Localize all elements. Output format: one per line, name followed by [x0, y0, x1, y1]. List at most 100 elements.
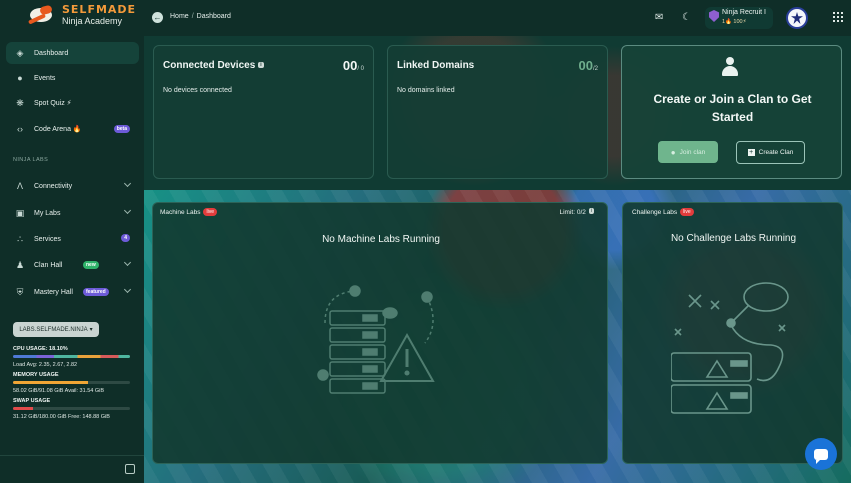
mastery-icon: ⛨	[16, 286, 24, 297]
labs-icon: ▣	[15, 207, 25, 218]
collapse-sidebar-icon[interactable]	[125, 464, 135, 474]
chat-button[interactable]	[805, 438, 837, 470]
clan-card: Create or Join a Clan to Get Started	[621, 45, 842, 179]
services-icon: ∴	[17, 233, 23, 244]
domains-empty-text: No domains linked	[397, 87, 455, 94]
brand-title: SELFMADE	[62, 3, 137, 16]
moon-icon[interactable]: ☾	[682, 12, 691, 23]
connectivity-icon: Λ	[16, 181, 23, 191]
sidebar-item-clan-hall[interactable]: ♟ Clan Hall new	[6, 254, 139, 276]
card-title: Connected Devices i	[163, 60, 264, 71]
chevron-down-icon	[123, 206, 132, 215]
server-select[interactable]: LABS.SELFMADE.NINJA ▾	[13, 322, 99, 337]
swap-usage-fill	[13, 407, 34, 410]
beta-badge: beta	[113, 125, 130, 133]
sidebar-item-services[interactable]: ∴ Services 4	[6, 228, 139, 250]
clan-icon: ♟	[15, 259, 25, 270]
devices-title: Connected Devices	[163, 60, 256, 71]
rank-badge-icon	[707, 9, 720, 23]
sidebar-item-spot-quiz[interactable]: ❋ Spot Quiz ⚡	[6, 92, 139, 114]
challenge-labs-title: Challenge Labs	[632, 209, 678, 216]
sidebar-item-label: Services	[34, 235, 61, 243]
back-arrow-icon[interactable]: ←	[152, 12, 163, 23]
linked-domains-card: Linked Domains 00/2 No domains linked	[387, 45, 608, 179]
cpu-usage-title: CPU USAGE: 18.10%	[13, 346, 68, 352]
memory-usage-title: MEMORY USAGE	[13, 372, 59, 378]
new-badge: new	[83, 261, 99, 269]
sidebar-item-label: Connectivity	[34, 182, 73, 190]
avatar-emblem-icon	[791, 12, 803, 24]
memory-usage-fill	[13, 381, 88, 384]
challenge-labs-card: Challenge Labs live No Challenge Labs Run…	[622, 202, 843, 464]
logo-icon	[27, 4, 58, 26]
chevron-down-icon	[123, 179, 132, 188]
user-icon: ●	[670, 147, 676, 157]
memory-usage-detail: 58.02 GiB/91.08 GiB Avail: 31.54 GiB	[13, 388, 105, 394]
brand-logo[interactable]: SELFMADE Ninja Academy	[27, 3, 137, 26]
devices-count-total: / 0	[357, 66, 364, 72]
quiz-icon: ❋	[16, 97, 24, 108]
sidebar-item-mastery-hall[interactable]: ⛨ Mastery Hall featured	[6, 281, 139, 303]
cpu-load-average: Load Avg: 2.35, 2.67, 2.82	[13, 362, 78, 368]
user-stats: 1🔥 100⚡	[722, 19, 747, 25]
devices-info-badge: i	[258, 62, 264, 68]
plus-box-icon: +	[747, 149, 755, 156]
avatar[interactable]	[786, 7, 808, 29]
top-header: SELFMADE Ninja Academy ← Home / Dashboard …	[0, 0, 851, 36]
featured-badge: featured	[83, 288, 109, 296]
sidebar-item-my-labs[interactable]: ▣ My Labs	[6, 202, 139, 224]
machine-labs-empty-text: No Machine Labs Running	[322, 234, 440, 245]
devices-empty-text: No devices connected	[163, 87, 232, 94]
machine-labs-card: Machine Labs live Limit: 0/2 i No Machine …	[152, 202, 608, 464]
live-badge: live	[203, 208, 217, 216]
apps-grid-icon[interactable]	[833, 12, 843, 22]
machine-labs-title: Machine Labs	[160, 209, 201, 216]
breadcrumb-separator: /	[191, 13, 194, 20]
services-count-badge: 4	[121, 234, 130, 242]
live-badge: live	[680, 208, 694, 216]
machine-labs-header: Machine Labs live	[160, 208, 217, 216]
devices-count: 00/ 0	[343, 58, 364, 73]
sidebar-item-code-arena[interactable]: ‹› Code Arena 🔥 beta	[6, 118, 139, 140]
events-icon: ●	[17, 73, 23, 83]
chat-bubble-icon	[814, 448, 828, 464]
domains-title: Linked Domains	[397, 60, 475, 71]
join-clan-button[interactable]: ● Join clan	[658, 141, 718, 163]
chevron-down-icon	[123, 285, 132, 294]
sidebar-item-connectivity[interactable]: Λ Connectivity	[6, 175, 139, 197]
machine-labs-limit: Limit: 0/2 i	[559, 208, 594, 216]
domains-count-value: 00	[578, 58, 593, 73]
swap-usage-title: SWAP USAGE	[13, 398, 51, 404]
sidebar-item-label: My Labs	[34, 209, 61, 217]
devices-count-value: 00	[342, 58, 358, 73]
chevron-down-icon	[123, 258, 132, 267]
sidebar-item-label: Spot Quiz ⚡	[34, 100, 72, 107]
mail-icon[interactable]: ✉	[655, 12, 663, 23]
join-clan-label: Join clan	[679, 148, 706, 156]
breadcrumb-home[interactable]: Home	[170, 13, 189, 20]
machine-labs-limit-value: Limit: 0/2	[559, 209, 586, 216]
swap-usage-detail: 31.12 GiB/180.00 GiB Free: 148.88 GiB	[13, 414, 110, 420]
sidebar-item-label: Dashboard	[34, 49, 69, 57]
sidebar-item-label: Mastery Hall	[34, 288, 73, 296]
breadcrumb-current: Dashboard	[196, 13, 231, 20]
code-icon: ‹›	[17, 124, 23, 134]
challenge-labs-header: Challenge Labs live	[632, 208, 694, 216]
sidebar-item-events[interactable]: ● Events	[6, 67, 139, 89]
create-clan-label: Create Clan	[758, 149, 794, 156]
server-name: LABS.SELFMADE.NINJA	[19, 326, 88, 333]
caret-down-icon: ▾	[89, 327, 93, 333]
sidebar-item-dashboard[interactable]: ◈ Dashboard	[6, 42, 139, 64]
sidebar-item-label: Code Arena 🔥	[34, 126, 82, 133]
sidebar-divider	[0, 455, 144, 456]
user-profile-chip[interactable]: Ninja Recruit I 1🔥 100⚡	[705, 7, 773, 29]
sidebar-item-label: Events	[34, 74, 56, 82]
user-icon	[721, 57, 739, 77]
challenge-labs-empty-text: No Challenge Labs Running	[670, 233, 797, 244]
domains-count-total: /2	[592, 66, 598, 72]
create-clan-button[interactable]: + Create Clan	[736, 141, 805, 164]
sidebar: ◈ Dashboard ● Events ❋ Spot Quiz ⚡ ‹› Co…	[0, 36, 144, 483]
connected-devices-card: Connected Devices i 00/ 0 No devices conn…	[153, 45, 374, 179]
clan-title: Create or Join a Clan to Get Started	[653, 92, 812, 124]
section-label-ninja-labs: NINJA LABS	[13, 157, 49, 163]
